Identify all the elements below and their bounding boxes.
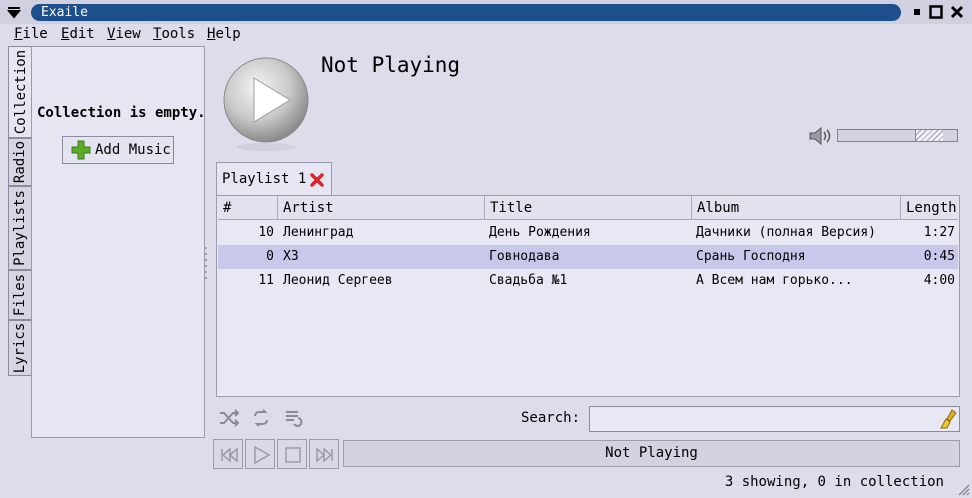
tab-playlist-1[interactable]: Playlist 1 — [216, 162, 332, 196]
cell-number: 10 — [258, 225, 274, 240]
now-playing-title: Not Playing — [321, 53, 461, 77]
tab-playlists[interactable]: Playlists — [8, 186, 32, 270]
cell-title: Говнодава — [489, 249, 560, 264]
column-header-length[interactable]: Length — [901, 196, 958, 220]
cell-artist: Ленинград — [283, 225, 354, 240]
title-bar[interactable]: Exaile — [0, 0, 972, 24]
side-tabs: Collection Radio Playlists Files Lyrics — [8, 46, 32, 376]
window-title: Exaile — [31, 4, 901, 21]
next-button[interactable] — [309, 439, 339, 469]
cell-artist: ХЗ — [283, 249, 299, 264]
table-row[interactable]: 11 Леонид Сергеев Свадьба №1 А Всем нам гор… — [218, 269, 958, 293]
table-row[interactable]: 10 Ленинград День Рождения Дачники (полная … — [218, 221, 958, 245]
next-icon — [316, 447, 333, 463]
cell-length: 0:45 — [923, 249, 955, 264]
menu-help[interactable]: Help — [207, 26, 241, 43]
stop-icon — [285, 447, 301, 463]
search-label: Search: — [521, 410, 581, 426]
cell-length: 1:27 — [923, 225, 955, 240]
play-button[interactable] — [245, 439, 275, 469]
tab-files[interactable]: Files — [8, 270, 32, 320]
cell-number: 11 — [258, 273, 274, 288]
dynamic-playlist-icon[interactable] — [284, 409, 304, 431]
close-icon[interactable] — [949, 4, 965, 20]
playlist-tab-label: Playlist 1 — [222, 171, 307, 187]
collection-empty-label: Collection is empty. — [37, 105, 206, 121]
menu-view[interactable]: View — [107, 26, 141, 43]
column-header-number[interactable]: # — [218, 196, 278, 220]
clear-search-icon[interactable] — [940, 409, 958, 433]
play-icon — [254, 445, 271, 465]
menu-edit[interactable]: Edit — [61, 26, 95, 43]
cell-number: 0 — [266, 249, 274, 264]
maximize-icon[interactable] — [928, 4, 944, 20]
close-tab-icon[interactable] — [309, 172, 325, 188]
cell-album: Срань Господня — [696, 249, 806, 264]
cell-title: День Рождения — [489, 225, 591, 240]
tab-collection[interactable]: Collection — [8, 46, 32, 138]
repeat-icon[interactable] — [251, 409, 271, 431]
collection-count: 3 showing, 0 in collection — [724, 474, 944, 490]
menu-file[interactable]: File — [14, 26, 48, 43]
tab-lyrics[interactable]: Lyrics — [8, 320, 32, 376]
cell-album: А Всем нам горько... — [696, 273, 853, 288]
minimize-icon[interactable] — [909, 4, 925, 20]
cell-length: 4:00 — [923, 273, 955, 288]
window-menu-icon[interactable] — [6, 5, 22, 23]
column-header-artist[interactable]: Artist — [278, 196, 485, 220]
previous-button[interactable] — [213, 439, 243, 469]
column-header-album[interactable]: Album — [692, 196, 901, 220]
menu-tools[interactable]: Tools — [153, 26, 195, 43]
resize-grip-icon[interactable] — [956, 482, 970, 498]
cell-artist: Леонид Сергеев — [283, 273, 393, 288]
stop-button[interactable] — [277, 439, 307, 469]
playback-status: Not Playing — [343, 440, 960, 467]
shuffle-icon[interactable] — [219, 409, 240, 431]
cell-title: Свадьба №1 — [489, 273, 568, 288]
column-header-title[interactable]: Title — [485, 196, 692, 220]
table-row[interactable]: 0 ХЗ Говнодава Срань Господня 0:45 — [218, 245, 958, 269]
tab-radio[interactable]: Radio — [8, 138, 32, 186]
menu-bar: File Edit View Tools Help — [0, 24, 972, 46]
volume-icon[interactable] — [808, 126, 832, 150]
search-input[interactable] — [589, 406, 960, 432]
volume-handle[interactable] — [915, 130, 943, 141]
previous-icon — [221, 447, 238, 463]
pane-splitter[interactable] — [203, 244, 209, 280]
album-art-play-icon[interactable] — [222, 56, 310, 156]
cell-album: Дачники (полная Версия) — [696, 225, 877, 240]
add-music-button[interactable]: Add Music — [62, 136, 174, 164]
add-music-label: Add Music — [95, 142, 171, 158]
volume-slider[interactable] — [837, 129, 958, 142]
add-icon — [71, 140, 91, 160]
